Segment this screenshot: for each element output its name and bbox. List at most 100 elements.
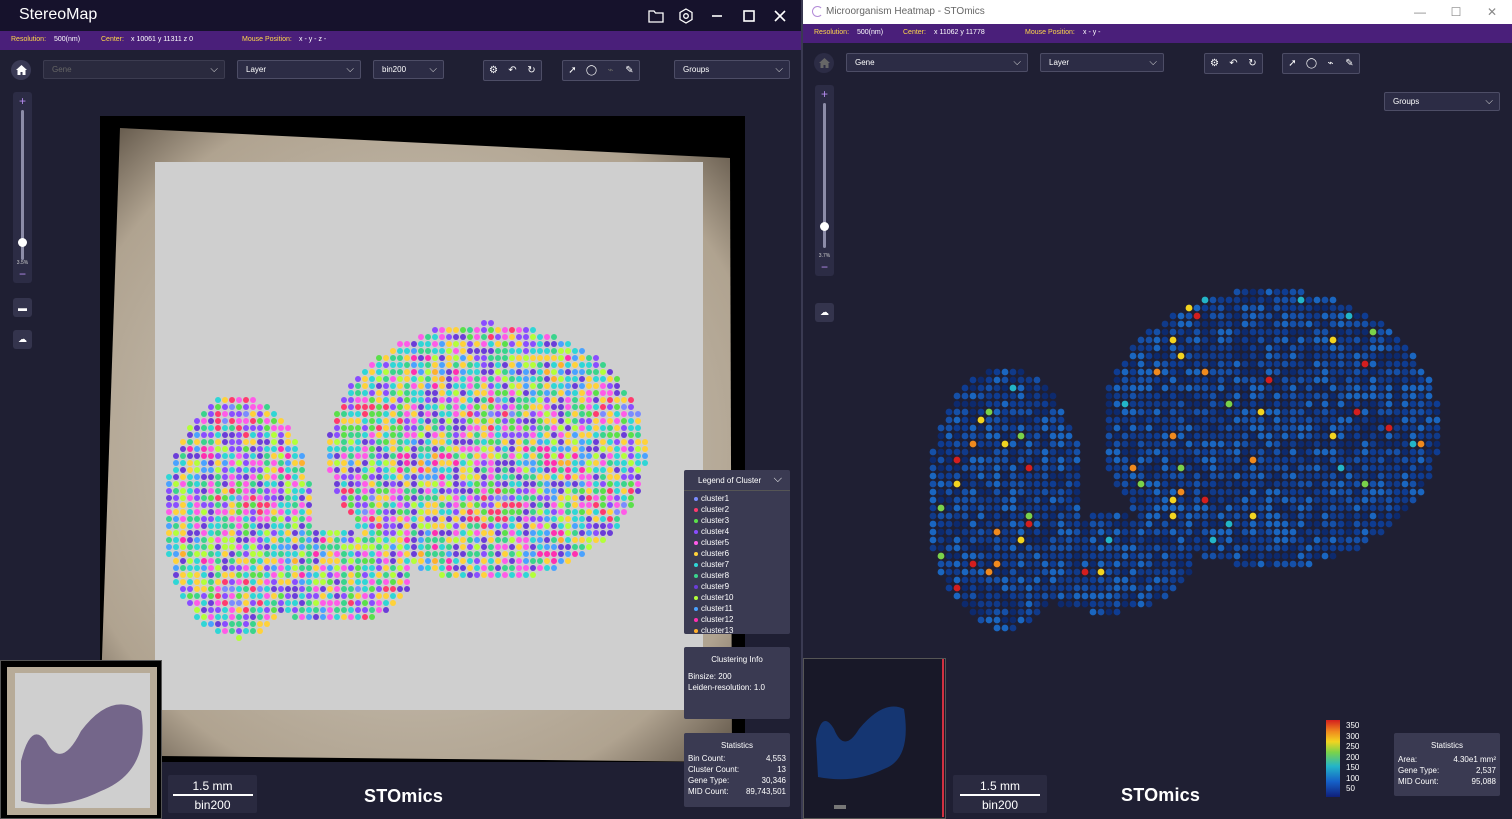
- heatmap-spot: [1121, 360, 1129, 368]
- cluster-spot: [243, 453, 249, 459]
- legend-item[interactable]: cluster11: [684, 603, 790, 614]
- heatmap-spot: [1009, 432, 1017, 440]
- zoom-slider[interactable]: + 3.7% −: [815, 85, 834, 276]
- cloud-upload-button[interactable]: ☁: [13, 330, 32, 349]
- close-icon[interactable]: [770, 6, 790, 26]
- polygon-select-icon[interactable]: ⌁: [601, 61, 620, 80]
- layer-select[interactable]: Layer ⌵: [1040, 53, 1164, 72]
- legend-item[interactable]: cluster1: [684, 493, 790, 504]
- home-button[interactable]: [814, 53, 834, 73]
- zoom-knob[interactable]: [18, 238, 27, 247]
- legend-item[interactable]: cluster8: [684, 570, 790, 581]
- heatmap-spot: [1049, 584, 1057, 592]
- zoom-out-button[interactable]: −: [815, 260, 834, 274]
- legend-item[interactable]: cluster9: [684, 581, 790, 592]
- heatmap-spot: [1401, 416, 1409, 424]
- pointer-select-icon[interactable]: ➚: [563, 61, 582, 80]
- pointer-select-icon[interactable]: ➚: [1283, 54, 1302, 73]
- heatmap-spot: [1241, 320, 1249, 328]
- legend-header[interactable]: Legend of Cluster ⌵: [684, 470, 790, 491]
- gear-icon[interactable]: ⚙: [484, 61, 503, 80]
- tissue-image[interactable]: [100, 116, 745, 762]
- heatmap-spot: [1281, 456, 1289, 464]
- legend-item[interactable]: cluster12: [684, 614, 790, 625]
- legend-item[interactable]: cluster13: [684, 625, 790, 636]
- minimap[interactable]: [0, 660, 162, 819]
- heatmap-spot: [1337, 448, 1345, 456]
- groups-select[interactable]: Groups ⌵: [1384, 92, 1500, 111]
- legend-item[interactable]: cluster2: [684, 504, 790, 515]
- heatmap-canvas[interactable]: [903, 240, 1483, 670]
- gear-icon[interactable]: ⚙: [1205, 54, 1224, 73]
- lasso-icon[interactable]: ◯: [582, 61, 601, 80]
- heatmap-spot: [1145, 376, 1153, 384]
- cluster-spot: [481, 481, 487, 487]
- legend-item[interactable]: cluster3: [684, 515, 790, 526]
- heatmap-spot: [1401, 488, 1409, 496]
- zoom-slider[interactable]: + 3.5% −: [13, 92, 32, 283]
- heatmap-spot: [1041, 568, 1049, 576]
- heatmap-spot: [1209, 416, 1217, 424]
- maximize-icon[interactable]: ☐: [1446, 3, 1466, 21]
- legend-item[interactable]: cluster5: [684, 537, 790, 548]
- heatmap-spot: [1001, 448, 1009, 456]
- bin-select[interactable]: bin200 ⌵: [373, 60, 444, 79]
- minimize-icon[interactable]: —: [1410, 3, 1430, 21]
- heatmap-spot: [1161, 592, 1169, 600]
- cluster-spot: [369, 523, 375, 529]
- gene-select[interactable]: Gene ⌵: [846, 53, 1028, 72]
- minimap[interactable]: [803, 658, 946, 819]
- cluster-spot: [551, 348, 557, 354]
- settings-icon[interactable]: [676, 6, 696, 26]
- heatmap-spot: [1129, 568, 1137, 576]
- refresh-icon[interactable]: ↻: [1243, 54, 1262, 73]
- heatmap-spot: [1017, 488, 1025, 496]
- heatmap-spot: [1161, 456, 1169, 464]
- cluster-spot: [243, 572, 249, 578]
- zoom-knob[interactable]: [820, 222, 829, 232]
- heatmap-spot: [1161, 424, 1169, 432]
- eraser-icon[interactable]: ✎: [620, 61, 639, 80]
- zoom-in-button[interactable]: +: [815, 87, 834, 101]
- open-folder-icon[interactable]: [646, 6, 666, 26]
- eraser-icon[interactable]: ✎: [1340, 54, 1359, 73]
- heatmap-spot: [985, 528, 993, 536]
- legend-item[interactable]: cluster10: [684, 592, 790, 603]
- cluster-spot: [474, 341, 480, 347]
- cluster-spot: [264, 404, 270, 410]
- heatmap-spot: [1265, 376, 1273, 384]
- cluster-spot: [509, 327, 515, 333]
- maximize-icon[interactable]: [739, 6, 759, 26]
- heatmap-spot: [1313, 488, 1321, 496]
- cluster-spot: [201, 586, 207, 592]
- heatmap-spot: [1073, 504, 1081, 512]
- heatmap-spot: [1345, 456, 1353, 464]
- close-icon[interactable]: ✕: [1482, 3, 1502, 21]
- folder-button[interactable]: ▬: [13, 298, 32, 317]
- legend-item[interactable]: cluster7: [684, 559, 790, 570]
- heatmap-spot: [1337, 312, 1345, 320]
- groups-select[interactable]: Groups ⌵: [674, 60, 790, 79]
- refresh-icon[interactable]: ↻: [522, 61, 541, 80]
- cluster-spot: [173, 565, 179, 571]
- undo-icon[interactable]: ↶: [503, 61, 522, 80]
- gene-select[interactable]: Gene ⌵: [43, 60, 225, 79]
- cluster-spot: [460, 355, 466, 361]
- zoom-in-button[interactable]: +: [13, 94, 32, 108]
- heatmap-spot: [1401, 472, 1409, 480]
- home-button[interactable]: [11, 60, 31, 80]
- cluster-spot: [565, 509, 571, 515]
- zoom-out-button[interactable]: −: [13, 267, 32, 281]
- heatmap-spot: [961, 576, 969, 584]
- heatmap-spot: [1041, 576, 1049, 584]
- undo-icon[interactable]: ↶: [1224, 54, 1243, 73]
- minimize-icon[interactable]: [707, 6, 727, 26]
- cloud-upload-button[interactable]: ☁: [815, 303, 834, 322]
- polygon-select-icon[interactable]: ⌁: [1321, 54, 1340, 73]
- legend-item[interactable]: cluster4: [684, 526, 790, 537]
- layer-select[interactable]: Layer ⌵: [237, 60, 361, 79]
- heatmap-spot: [1185, 536, 1193, 544]
- legend-item[interactable]: cluster6: [684, 548, 790, 559]
- heatmap-spot: [1257, 432, 1265, 440]
- lasso-icon[interactable]: ◯: [1302, 54, 1321, 73]
